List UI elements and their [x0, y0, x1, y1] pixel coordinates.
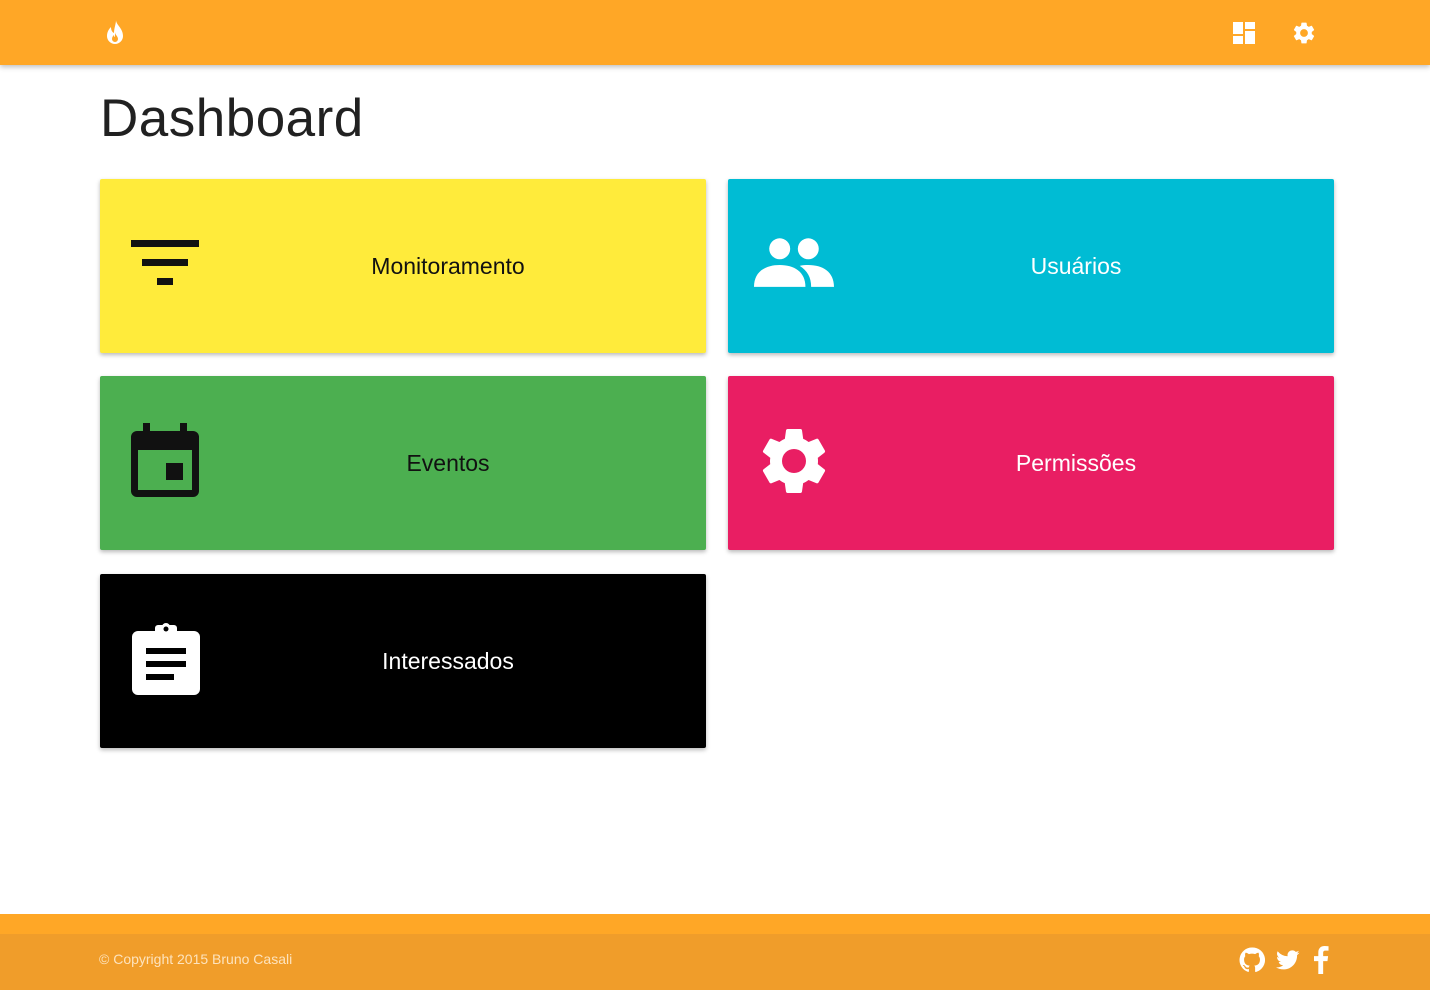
github-icon: [1239, 947, 1265, 972]
page-title: Dashboard: [100, 89, 364, 148]
tile-usuarios[interactable]: Usuários: [728, 179, 1334, 353]
facebook-icon: [1314, 946, 1329, 974]
tile-permissoes[interactable]: Permissões: [728, 376, 1334, 550]
people-icon: [754, 224, 834, 304]
dashboard-icon: [1233, 22, 1255, 44]
tile-monitoramento[interactable]: Monitoramento: [100, 179, 706, 353]
fire-icon: [107, 20, 123, 44]
tile-label: Eventos: [406, 449, 490, 476]
footer: © Copyright 2015 Bruno Casali: [0, 914, 1430, 990]
tile-label: Monitoramento: [371, 252, 525, 279]
tile-label: Usuários: [1030, 252, 1122, 279]
copyright-text: © Copyright 2015 Bruno Casali: [99, 951, 293, 967]
brand-logo[interactable]: [101, 17, 129, 49]
footer-top-band: [0, 914, 1430, 934]
calendar-icon: [126, 421, 206, 501]
gear-icon: [1293, 22, 1315, 44]
twitter-icon: [1276, 950, 1300, 970]
dashboard-page: Dashboard Monitoramento Usuários Eventos…: [0, 0, 1430, 990]
filter-icon: [126, 224, 206, 304]
gear-icon: [754, 421, 834, 501]
top-app-bar: [0, 0, 1430, 65]
twitter-link[interactable]: [1273, 945, 1303, 975]
tile-eventos[interactable]: Eventos: [100, 376, 706, 550]
settings-nav-button[interactable]: [1288, 17, 1320, 49]
facebook-link[interactable]: [1306, 945, 1336, 975]
tile-label: Interessados: [382, 647, 514, 674]
dashboard-nav-button[interactable]: [1228, 17, 1260, 49]
tile-interessados[interactable]: Interessados: [100, 574, 706, 748]
tile-label: Permissões: [1015, 449, 1137, 476]
clipboard-icon: [126, 619, 206, 699]
github-link[interactable]: [1237, 945, 1267, 975]
